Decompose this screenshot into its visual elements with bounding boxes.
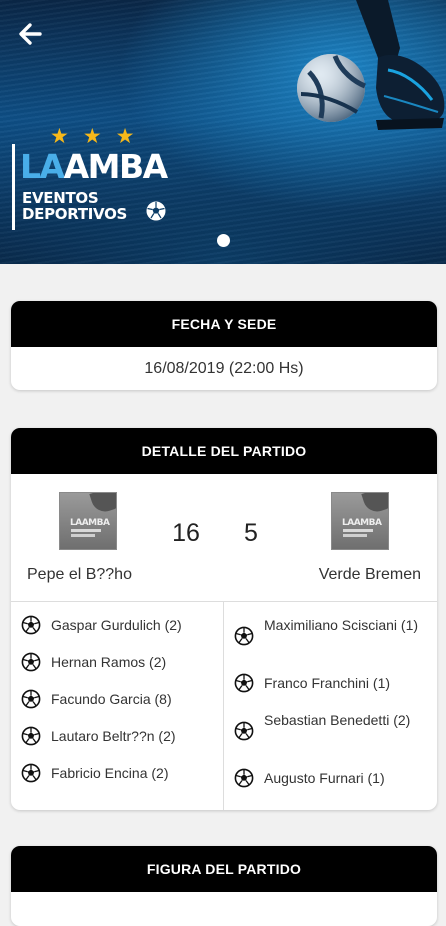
match-detail-header: DETALLE DEL PARTIDO bbox=[11, 428, 437, 474]
arrow-left-icon bbox=[19, 23, 42, 45]
logo-subtitle-line1: EVENTOS bbox=[22, 189, 99, 207]
home-team-name: Pepe el B??ho bbox=[27, 566, 132, 583]
list-item: Sebastian Benedetti (2) bbox=[234, 709, 437, 767]
date-venue-card: FECHA Y SEDE 16/08/2019 (22:00 Hs) bbox=[11, 301, 437, 390]
home-score: 16 bbox=[172, 519, 200, 547]
list-item: Hernan Ramos (2) bbox=[21, 651, 223, 688]
match-figure-card: FIGURA DEL PARTIDO bbox=[11, 846, 437, 926]
star-icon: ★ bbox=[50, 124, 69, 148]
home-team-logo[interactable]: LAAMBA bbox=[59, 492, 117, 550]
scorer-name: Facundo Garcia (8) bbox=[51, 691, 172, 707]
match-detail-card: DETALLE DEL PARTIDO LAAMBA LAAMBA 16 5 P… bbox=[11, 428, 437, 810]
list-item: Augusto Furnari (1) bbox=[234, 767, 437, 804]
soccer-ball-icon bbox=[146, 201, 166, 221]
soccer-ball-image bbox=[297, 54, 367, 122]
match-figure-header: FIGURA DEL PARTIDO bbox=[11, 846, 437, 892]
scorer-name: Lautaro Beltr??n (2) bbox=[51, 728, 176, 744]
soccer-ball-icon bbox=[21, 689, 41, 709]
soccer-ball-icon bbox=[234, 721, 254, 741]
back-button[interactable] bbox=[14, 18, 46, 50]
list-item: Maximiliano Scisciani (1) bbox=[234, 614, 437, 672]
header-banner: ★ ★ ★ LAAMBA EVENTOS DEPORTIVOS bbox=[0, 0, 446, 264]
star-icon: ★ bbox=[115, 124, 135, 148]
logo-subtitle: EVENTOS DEPORTIVOS bbox=[22, 190, 127, 222]
date-venue-header: FECHA Y SEDE bbox=[11, 301, 437, 347]
scorers-section: Gaspar Gurdulich (2) Hernan Ramos (2) Fa… bbox=[11, 601, 437, 810]
app-logo: LAAMBA bbox=[20, 147, 169, 186]
soccer-ball-icon bbox=[234, 626, 254, 646]
scorer-name: Franco Franchini (1) bbox=[264, 675, 391, 691]
scorer-name: Hernan Ramos (2) bbox=[51, 654, 167, 670]
carousel-indicator[interactable] bbox=[217, 234, 230, 247]
logo-part-la: LA bbox=[20, 147, 65, 186]
logo-part-amba: AMBA bbox=[63, 147, 169, 186]
list-item: Franco Franchini (1) bbox=[234, 672, 437, 709]
soccer-ball-icon bbox=[21, 615, 41, 635]
soccer-ball-icon bbox=[234, 673, 254, 693]
away-scorers-list: Maximiliano Scisciani (1) Franco Franchi… bbox=[224, 602, 437, 810]
list-item: Lautaro Beltr??n (2) bbox=[21, 725, 223, 762]
scorer-name: Gaspar Gurdulich (2) bbox=[51, 617, 182, 633]
scorer-name: Maximiliano Scisciani (1) bbox=[264, 617, 419, 633]
away-team-name: Verde Bremen bbox=[318, 566, 421, 583]
away-team-logo[interactable]: LAAMBA bbox=[331, 492, 389, 550]
list-item: Facundo Garcia (8) bbox=[21, 688, 223, 725]
scorer-name: Sebastian Benedetti (2) bbox=[264, 712, 411, 728]
soccer-ball-icon bbox=[21, 763, 41, 783]
soccer-ball-icon bbox=[234, 768, 254, 788]
soccer-ball-icon bbox=[21, 652, 41, 672]
scorer-name: Fabricio Encina (2) bbox=[51, 765, 169, 781]
logo-subtitle-line2: DEPORTIVOS bbox=[22, 205, 128, 223]
match-date: 16/08/2019 (22:00 Hs) bbox=[144, 359, 304, 377]
list-item: Gaspar Gurdulich (2) bbox=[21, 614, 223, 651]
scorer-name: Augusto Furnari (1) bbox=[264, 770, 385, 786]
star-icon: ★ bbox=[82, 124, 102, 148]
away-score: 5 bbox=[244, 519, 258, 547]
home-scorers-list: Gaspar Gurdulich (2) Hernan Ramos (2) Fa… bbox=[11, 602, 224, 810]
rating-stars: ★ ★ ★ bbox=[50, 124, 135, 148]
logo-divider bbox=[12, 144, 15, 230]
soccer-ball-icon bbox=[21, 726, 41, 746]
list-item: Fabricio Encina (2) bbox=[21, 762, 223, 799]
